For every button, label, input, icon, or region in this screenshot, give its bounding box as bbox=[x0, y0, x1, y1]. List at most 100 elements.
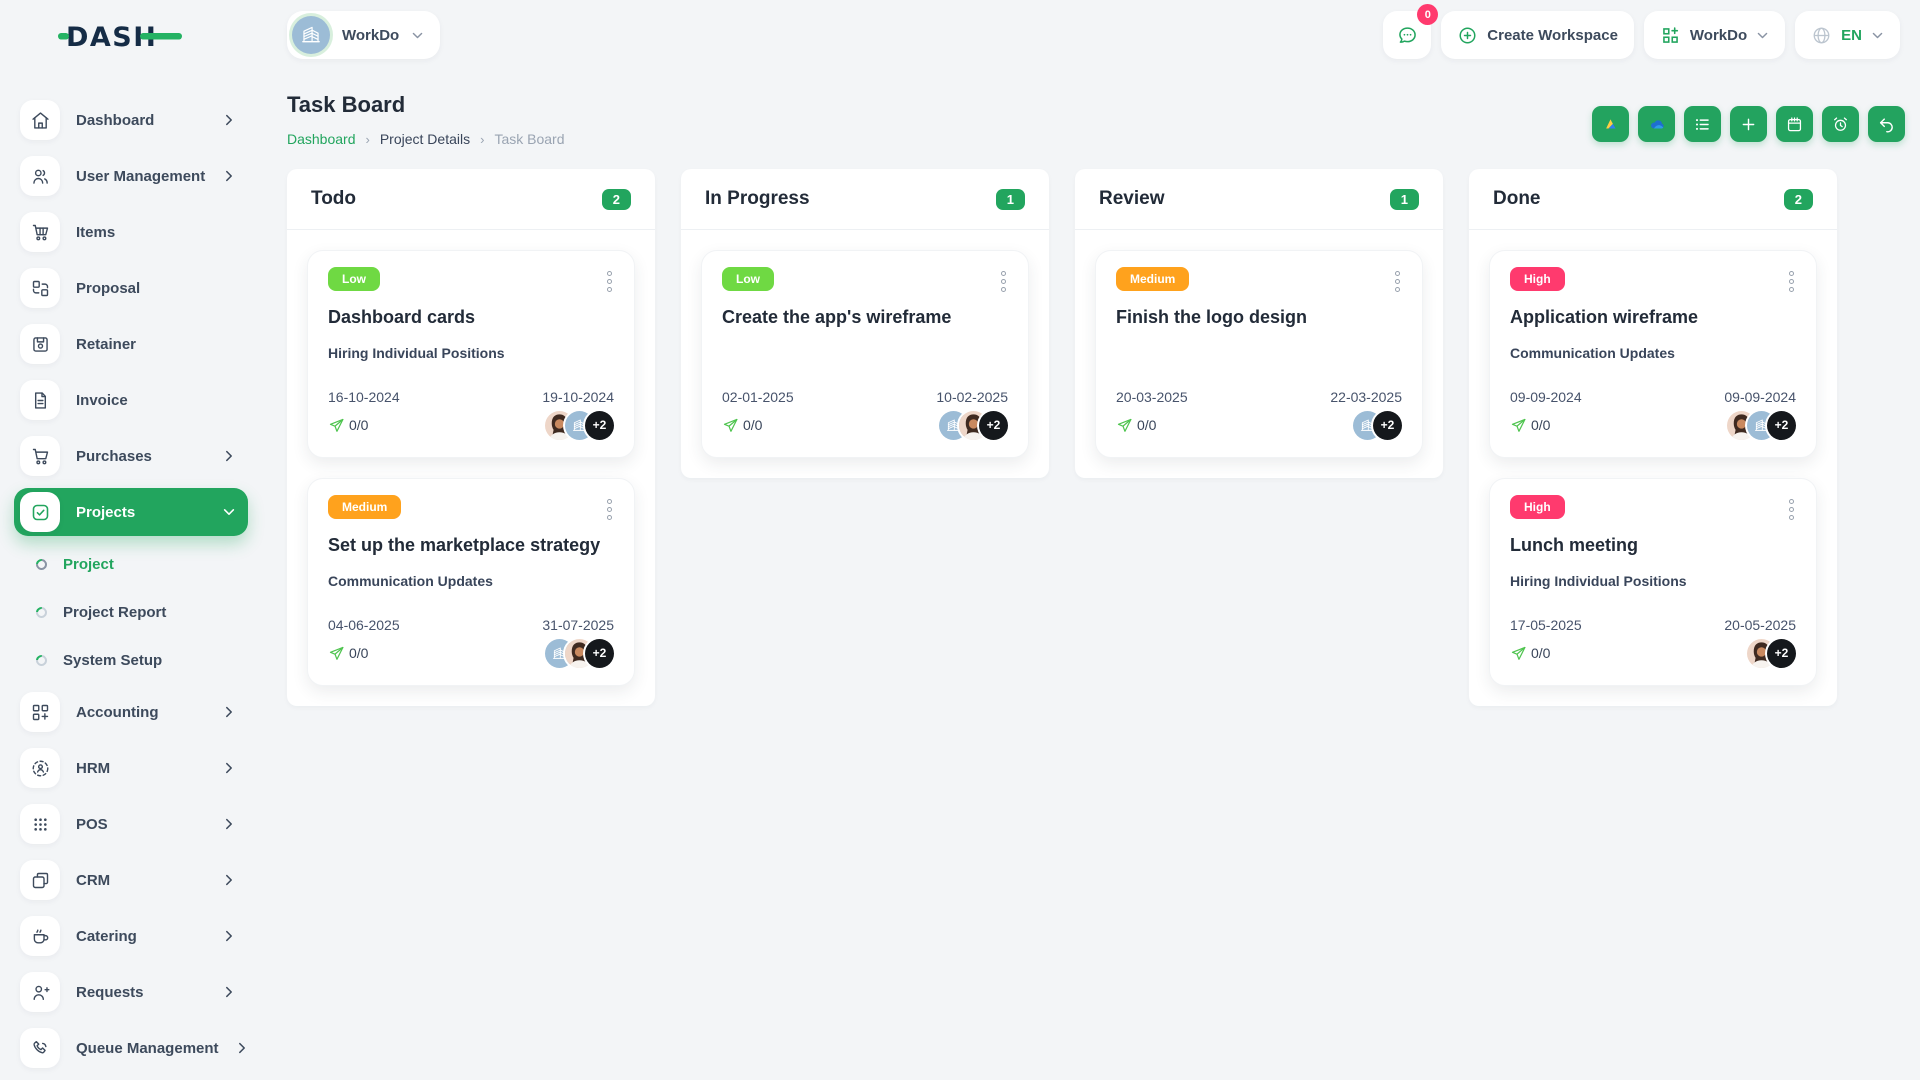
app-logo[interactable]: DASH bbox=[0, 0, 260, 72]
sidebar-item-accounting[interactable]: Accounting bbox=[14, 688, 248, 736]
card-menu-button[interactable] bbox=[1787, 267, 1796, 296]
chevron-right-icon bbox=[222, 761, 236, 775]
more-assignees-badge[interactable]: +2 bbox=[585, 638, 614, 668]
sidebar-item-user-management[interactable]: User Management bbox=[14, 152, 248, 200]
breadcrumb: Dashboard › Project Details › Task Board bbox=[287, 131, 565, 147]
main-content: WorkDo 0 Create Workspace WorkDo EN Task… bbox=[260, 0, 1920, 1080]
priority-badge: High bbox=[1510, 267, 1565, 291]
create-workspace-label: Create Workspace bbox=[1487, 26, 1618, 44]
sidebar-item-label: Queue Management bbox=[76, 1039, 219, 1057]
sidebar-subitem-system-setup[interactable]: System Setup bbox=[14, 640, 248, 680]
chevron-down-icon bbox=[411, 29, 424, 42]
task-card[interactable]: Medium Finish the logo design 20-03-2025… bbox=[1095, 250, 1423, 458]
card-menu-button[interactable] bbox=[605, 267, 614, 296]
sidebar-nav: Dashboard User Management Items Proposal… bbox=[0, 96, 260, 1072]
sidebar-subitem-label: System Setup bbox=[63, 651, 163, 669]
sidebar-subitem-project[interactable]: Project bbox=[14, 544, 248, 584]
send-icon bbox=[329, 646, 344, 660]
card-menu-button[interactable] bbox=[1787, 495, 1796, 524]
card-menu-button[interactable] bbox=[1393, 267, 1402, 296]
home-icon bbox=[20, 100, 60, 140]
message-count-badge: 0 bbox=[1417, 4, 1439, 25]
task-milestone: Hiring Individual Positions bbox=[1510, 573, 1687, 589]
timer-button[interactable] bbox=[1822, 106, 1859, 142]
messenger-button[interactable]: 0 bbox=[1383, 4, 1439, 59]
assignee-avatars[interactable]: +2 bbox=[1727, 410, 1796, 440]
sidebar-item-hrm[interactable]: HRM bbox=[14, 744, 248, 792]
more-assignees-badge[interactable]: +2 bbox=[1373, 410, 1402, 440]
app-switcher-label: WorkDo bbox=[1689, 26, 1748, 44]
more-assignees-badge[interactable]: +2 bbox=[1767, 410, 1796, 440]
end-date: 10-02-2025 bbox=[936, 389, 1008, 405]
task-card[interactable]: Low Dashboard cards Hiring Individual Po… bbox=[307, 250, 635, 458]
task-card[interactable]: High Lunch meeting Hiring Individual Pos… bbox=[1489, 478, 1817, 686]
task-board-app: DASH Dashboard User Management Items Pro… bbox=[0, 0, 1920, 1080]
sidebar-item-crm[interactable]: CRM bbox=[14, 856, 248, 904]
card-menu-button[interactable] bbox=[605, 495, 614, 524]
task-title: Create the app's wireframe bbox=[722, 307, 952, 327]
more-assignees-badge[interactable]: +2 bbox=[979, 410, 1008, 440]
add-task-button[interactable] bbox=[1730, 106, 1767, 142]
sidebar-item-invoice[interactable]: Invoice bbox=[14, 376, 248, 424]
calendar-button[interactable] bbox=[1776, 106, 1813, 142]
chevron-down-icon bbox=[222, 505, 236, 519]
sidebar-subitem-project-report[interactable]: Project Report bbox=[14, 592, 248, 632]
task-progress: 0/0 bbox=[1116, 417, 1156, 434]
list-view-button[interactable] bbox=[1684, 106, 1721, 142]
send-icon bbox=[1117, 418, 1132, 432]
task-card[interactable]: High Application wireframe Communication… bbox=[1489, 250, 1817, 458]
phone-call-icon bbox=[20, 1028, 60, 1068]
card-menu-button[interactable] bbox=[999, 267, 1008, 296]
sidebar-item-projects[interactable]: Projects bbox=[14, 488, 248, 536]
create-workspace-button[interactable]: Create Workspace bbox=[1441, 11, 1634, 59]
start-date: 02-01-2025 bbox=[722, 389, 794, 405]
sidebar-item-requests[interactable]: Requests bbox=[14, 968, 248, 1016]
language-dropdown[interactable]: EN bbox=[1795, 11, 1900, 59]
column-cards: Low Create the app's wireframe 02-01-202… bbox=[681, 230, 1049, 458]
windows-icon bbox=[20, 860, 60, 900]
chevron-down-icon bbox=[1871, 29, 1884, 42]
breadcrumb-project-details-link[interactable]: Project Details bbox=[380, 131, 470, 147]
sidebar-item-items[interactable]: Items bbox=[14, 208, 248, 256]
sidebar-item-queue-management[interactable]: Queue Management bbox=[14, 1024, 248, 1072]
column-title: In Progress bbox=[705, 188, 810, 209]
end-date: 20-05-2025 bbox=[1724, 617, 1796, 633]
sidebar-item-label: Catering bbox=[76, 927, 137, 945]
more-assignees-badge[interactable]: +2 bbox=[585, 410, 614, 440]
priority-badge: High bbox=[1510, 495, 1565, 519]
trolley-icon bbox=[20, 436, 60, 476]
undo-arrow-icon bbox=[1879, 117, 1893, 132]
assignee-avatars[interactable]: +2 bbox=[545, 410, 614, 440]
more-assignees-badge[interactable]: +2 bbox=[1767, 638, 1796, 668]
end-date: 19-10-2024 bbox=[542, 389, 614, 405]
task-progress: 0/0 bbox=[1510, 645, 1550, 662]
assignee-avatars[interactable]: +2 bbox=[1353, 410, 1402, 440]
breadcrumb-dashboard-link[interactable]: Dashboard bbox=[287, 131, 356, 147]
assignee-avatars[interactable]: +2 bbox=[545, 638, 614, 668]
column-header: Review 1 bbox=[1075, 169, 1443, 230]
task-progress: 0/0 bbox=[328, 645, 368, 662]
sidebar-item-label: Requests bbox=[76, 983, 144, 1001]
sidebar-item-dashboard[interactable]: Dashboard bbox=[14, 96, 248, 144]
sidebar-item-proposal[interactable]: Proposal bbox=[14, 264, 248, 312]
dash-logo-icon: DASH bbox=[58, 22, 182, 53]
task-card[interactable]: Medium Set up the marketplace strategy C… bbox=[307, 478, 635, 686]
sidebar-item-retainer[interactable]: Retainer bbox=[14, 320, 248, 368]
chevron-right-icon bbox=[235, 1041, 249, 1055]
workspace-selector[interactable]: WorkDo bbox=[287, 11, 441, 59]
sidebar-item-pos[interactable]: POS bbox=[14, 800, 248, 848]
board-toolbar bbox=[1592, 106, 1905, 142]
assignee-avatars[interactable]: +2 bbox=[1747, 638, 1796, 668]
onedrive-button[interactable] bbox=[1638, 106, 1675, 142]
alarm-clock-icon bbox=[1834, 116, 1847, 131]
back-button[interactable] bbox=[1868, 106, 1905, 142]
task-card[interactable]: Low Create the app's wireframe 02-01-202… bbox=[701, 250, 1029, 458]
app-switcher-dropdown[interactable]: WorkDo bbox=[1643, 11, 1786, 59]
sidebar-item-purchases[interactable]: Purchases bbox=[14, 432, 248, 480]
chevron-right-icon bbox=[222, 113, 236, 127]
column-cards: Low Dashboard cards Hiring Individual Po… bbox=[287, 230, 655, 686]
google-drive-button[interactable] bbox=[1592, 106, 1629, 142]
column-cards: Medium Finish the logo design 20-03-2025… bbox=[1075, 230, 1443, 458]
sidebar-item-catering[interactable]: Catering bbox=[14, 912, 248, 960]
assignee-avatars[interactable]: +2 bbox=[939, 410, 1008, 440]
